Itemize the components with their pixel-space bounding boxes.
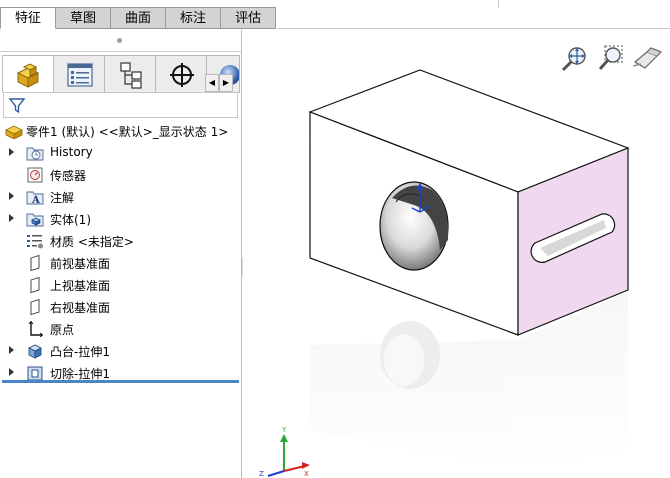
filter-funnel-icon: [8, 98, 26, 114]
expand-arrow-icon[interactable]: [9, 192, 14, 200]
tab-markup[interactable]: 标注: [166, 7, 222, 29]
tab-surfaces[interactable]: 曲面: [111, 7, 167, 29]
part-icon: [5, 125, 23, 139]
tree-item-label: 传感器: [50, 169, 87, 183]
plane-icon: [30, 277, 40, 293]
tree-item-front-plane[interactable]: 前视基准面: [0, 252, 241, 274]
graphics-viewport[interactable]: Y X Z: [243, 30, 670, 478]
tree-item-label: 实体(1): [50, 213, 91, 227]
expand-arrow-icon[interactable]: [9, 214, 14, 222]
dimxpert-manager-tab[interactable]: [155, 55, 207, 93]
solid-bodies-icon: [26, 213, 44, 227]
expand-arrow-icon[interactable]: [9, 368, 14, 376]
previous-view-icon[interactable]: [631, 44, 663, 74]
tree-item-top-plane[interactable]: 上视基准面: [0, 274, 241, 296]
annotation-icon: A: [26, 191, 44, 205]
sensor-icon: [27, 167, 43, 183]
divider: [278, 28, 670, 29]
plane-icon: [30, 299, 40, 315]
configuration-manager-icon: [120, 62, 142, 89]
model-scene: Y X Z: [259, 69, 630, 478]
panel-grip-handle[interactable]: [117, 38, 122, 43]
tab-features[interactable]: 特征: [0, 7, 57, 29]
plane-icon: [30, 255, 40, 271]
tree-item-annotations[interactable]: A 注解: [0, 186, 241, 208]
tree-item-history[interactable]: History: [0, 142, 241, 164]
floor-reflection: [310, 292, 628, 470]
command-manager-tabbar: 特征 草图 曲面 标注 评估: [0, 0, 670, 30]
tab-strip: 特征 草图 曲面 标注 评估: [0, 7, 277, 29]
tree-item-boss-extrude[interactable]: 凸台-拉伸1: [0, 340, 241, 362]
tab-scroll-left-button[interactable]: ◀: [205, 74, 219, 92]
tree-item-label: 上视基准面: [50, 279, 111, 293]
history-folder-icon: [26, 147, 44, 161]
property-manager-tab[interactable]: [53, 55, 105, 93]
tree-item-origin[interactable]: 原点: [0, 318, 241, 340]
tree-item-label: 注解: [50, 191, 75, 205]
feature-manager-icon: [16, 63, 40, 88]
svg-text:Z: Z: [259, 470, 264, 478]
material-icon: [27, 235, 43, 249]
tree-item-label: 右视基准面: [50, 301, 111, 315]
reference-triad: Y X Z: [259, 426, 310, 478]
tab-scroll-right-button[interactable]: ▶: [219, 74, 233, 92]
tree-item-material[interactable]: 材质 <未指定>: [0, 230, 241, 252]
cut-extrude-icon: [27, 366, 43, 381]
tab-sketch[interactable]: 草图: [56, 7, 112, 29]
configuration-manager-tab[interactable]: [104, 55, 156, 93]
expand-arrow-icon[interactable]: [9, 346, 14, 354]
expand-arrow-icon[interactable]: [9, 148, 14, 156]
circular-hole[interactable]: [379, 181, 449, 271]
origin-icon: [28, 321, 44, 337]
tree-root-part[interactable]: 零件1 (默认) <<默认>_显示状态 1>: [0, 120, 241, 142]
tree-item-label: 原点: [50, 323, 75, 337]
boss-extrude-icon: [28, 344, 42, 359]
tab-evaluate[interactable]: 评估: [221, 7, 277, 29]
tree-item-label: 凸台-拉伸1: [50, 345, 110, 359]
heads-up-view-toolbar: [559, 44, 669, 74]
feature-manager-tab[interactable]: [2, 55, 54, 93]
tree-item-solid-bodies[interactable]: 实体(1): [0, 208, 241, 230]
tree-item-label: History: [50, 145, 93, 159]
property-manager-icon: [67, 63, 93, 87]
tree-item-right-plane[interactable]: 右视基准面: [0, 296, 241, 318]
crosshair-target-icon: [170, 63, 194, 87]
zoom-to-area-icon[interactable]: [595, 44, 627, 74]
divider: [0, 51, 241, 52]
tree-item-label: 材质 <未指定>: [50, 235, 134, 249]
zoom-to-fit-icon[interactable]: [559, 44, 591, 74]
divider: [498, 0, 499, 8]
svg-text:X: X: [304, 470, 309, 478]
tree-item-label: 前视基准面: [50, 257, 111, 271]
svg-text:A: A: [31, 195, 40, 205]
tree-root-label: 零件1 (默认) <<默认>_显示状态 1>: [26, 125, 229, 139]
feature-manager-panel: ◀ ▶ 零件1 (默认) <<默认>_显示状态 1> History 传感器 A…: [0, 30, 242, 478]
tree-filter-field[interactable]: [3, 92, 238, 118]
rollback-bar[interactable]: [2, 380, 239, 383]
tree-item-sensors[interactable]: 传感器: [0, 164, 241, 186]
svg-text:Y: Y: [281, 426, 287, 434]
